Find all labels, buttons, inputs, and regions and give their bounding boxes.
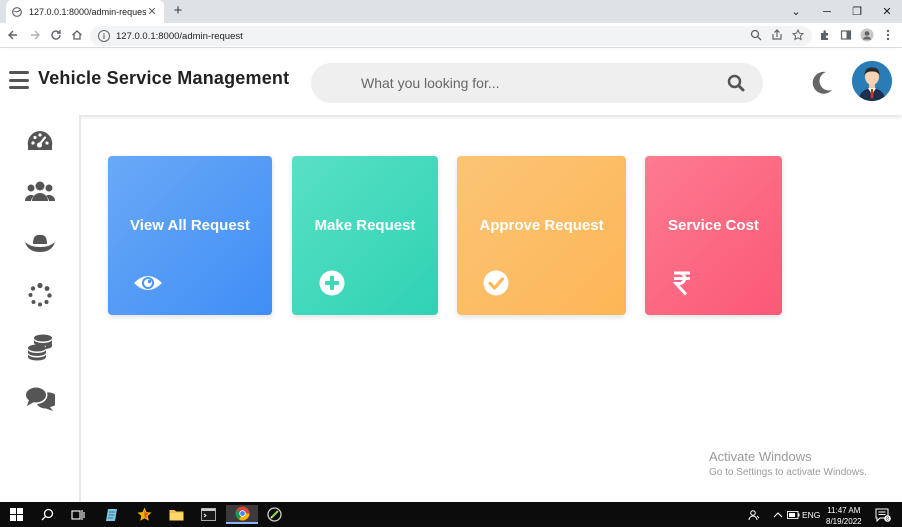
sidebar-item-feedback[interactable] — [20, 385, 60, 417]
check-circle-icon — [481, 268, 511, 298]
profile-icon[interactable] — [859, 27, 875, 43]
star-app-icon[interactable] — [134, 505, 154, 524]
extensions-icon[interactable] — [817, 27, 833, 43]
share-icon[interactable] — [769, 27, 785, 43]
clock-time: 11:47 AM — [827, 506, 861, 515]
dashboard-icon — [26, 129, 54, 158]
restore-button[interactable]: ❐ — [842, 0, 872, 23]
users-icon — [24, 179, 56, 208]
windows-start-icon[interactable] — [6, 505, 26, 524]
notification-center-icon[interactable]: 8 — [875, 502, 891, 527]
url-text: 127.0.0.1:8000/admin-request — [116, 30, 243, 42]
clock-date: 8/19/2022 — [826, 517, 862, 526]
browser-tab[interactable]: 127.0.0.1:8000/admin-request ✕ — [6, 0, 164, 23]
sidebar-item-dashboard[interactable] — [20, 127, 60, 159]
card-title: View All Request — [129, 217, 251, 234]
dark-mode-moon-icon[interactable] — [810, 70, 834, 94]
tab-search-icon[interactable]: ⌄ — [781, 0, 811, 23]
home-icon[interactable] — [69, 27, 85, 43]
notepad-app-icon[interactable] — [102, 505, 122, 524]
card-title: Service Cost — [668, 217, 759, 234]
globe-icon — [12, 6, 22, 17]
system-clock[interactable]: 11:47 AM 8/19/2022 — [826, 505, 862, 527]
back-icon[interactable] — [5, 27, 21, 43]
watermark-line1: Activate Windows — [709, 449, 812, 464]
view-all-request-card[interactable]: View All Request — [108, 156, 272, 315]
chrome-app-icon[interactable] — [226, 505, 258, 524]
sidebar-item-users[interactable] — [20, 177, 60, 209]
zoom-icon[interactable] — [748, 27, 764, 43]
task-view-icon[interactable] — [68, 505, 88, 524]
search-icon[interactable] — [727, 74, 745, 92]
tab-title: 127.0.0.1:8000/admin-request — [29, 6, 146, 17]
hamburger-menu-icon[interactable] — [9, 71, 29, 89]
plus-circle-icon — [317, 268, 347, 298]
coins-icon — [26, 333, 54, 366]
forward-icon[interactable] — [27, 27, 43, 43]
sidebar-item-status[interactable] — [20, 281, 60, 313]
spinner-icon — [27, 282, 53, 313]
watermark-line2: Go to Settings to activate Windows. — [709, 467, 867, 478]
terminal-app-icon[interactable] — [198, 505, 218, 524]
search-placeholder: What you looking for... — [361, 75, 500, 91]
address-bar[interactable]: i 127.0.0.1:8000/admin-request — [90, 26, 812, 46]
new-tab-button[interactable]: + — [170, 2, 186, 20]
approve-request-card[interactable]: Approve Request — [457, 156, 626, 315]
app-icon-pen[interactable] — [264, 505, 284, 524]
minimize-button[interactable]: ─ — [812, 0, 842, 23]
service-cost-card[interactable]: Service Cost — [645, 156, 782, 315]
sidebar — [0, 115, 81, 502]
notification-count: 8 — [886, 516, 889, 522]
card-title: Make Request — [314, 217, 416, 234]
browser-toolbar: i 127.0.0.1:8000/admin-request — [0, 23, 902, 48]
make-request-card[interactable]: Make Request — [292, 156, 438, 315]
battery-icon[interactable] — [787, 502, 800, 527]
card-title: Approve Request — [479, 217, 604, 234]
tray-chevron-up-icon[interactable] — [773, 502, 783, 527]
windows-taskbar: ENG 11:47 AM 8/19/2022 8 — [0, 502, 902, 527]
search-input[interactable]: What you looking for... — [311, 63, 763, 103]
language-indicator[interactable]: ENG — [802, 502, 820, 527]
close-window-button[interactable]: ✕ — [872, 0, 902, 23]
taskbar-search-icon[interactable] — [37, 505, 57, 524]
browser-tabbar: 127.0.0.1:8000/admin-request ✕ + ⌄ ─ ❐ ✕ — [0, 0, 902, 23]
cowboy-hat-icon — [24, 232, 56, 259]
side-panel-icon[interactable] — [838, 27, 854, 43]
file-explorer-icon[interactable] — [166, 505, 186, 524]
eye-icon — [133, 268, 163, 298]
reload-icon[interactable] — [48, 27, 64, 43]
sidebar-item-finance[interactable] — [20, 333, 60, 365]
rupee-icon — [667, 268, 697, 298]
tab-close-icon[interactable]: ✕ — [146, 5, 158, 18]
people-icon[interactable] — [748, 502, 760, 527]
sidebar-item-mechanics[interactable] — [20, 229, 60, 261]
site-info-icon[interactable]: i — [98, 30, 110, 42]
activate-windows-watermark: Activate Windows Go to Settings to activ… — [709, 449, 867, 478]
user-avatar[interactable] — [852, 61, 892, 101]
comments-icon — [25, 386, 58, 417]
bookmark-star-icon[interactable] — [790, 27, 806, 43]
app-title: Vehicle Service Management — [38, 68, 290, 88]
menu-kebab-icon[interactable] — [880, 27, 896, 43]
app-header: Vehicle Service Management What you look… — [0, 49, 902, 115]
